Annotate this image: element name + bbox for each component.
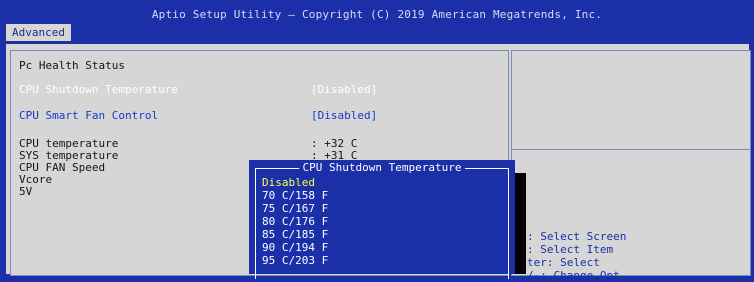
- popup-title-text: CPU Shutdown Temperature: [298, 161, 466, 174]
- help-line-change-opt: /-: Change Opt.: [527, 269, 627, 282]
- popup-shadow: [515, 173, 526, 274]
- option-85c[interactable]: 85 C/185 F: [262, 228, 328, 241]
- cpu-shutdown-temperature-value[interactable]: [Disabled]: [311, 83, 377, 96]
- help-line-select-item: : Select Item: [527, 243, 614, 256]
- help-line-enter-select: ter: Select: [527, 256, 600, 269]
- cpu-shutdown-temperature-label[interactable]: CPU Shutdown Temperature: [19, 83, 178, 96]
- option-90c[interactable]: 90 C/194 F: [262, 241, 328, 254]
- help-divider: [512, 149, 750, 150]
- option-80c[interactable]: 80 C/176 F: [262, 215, 328, 228]
- help-line-select-screen: : Select Screen: [527, 230, 627, 243]
- popup-title: CPU Shutdown Temperature: [249, 161, 515, 174]
- option-95c[interactable]: 95 C/203 F: [262, 254, 328, 267]
- app-title: Aptio Setup Utility – Copyright (C) 2019…: [151, 8, 603, 21]
- section-title: Pc Health Status: [19, 59, 125, 72]
- cpu-smart-fan-control-label[interactable]: CPU Smart Fan Control: [19, 109, 158, 122]
- cpu-smart-fan-control-value[interactable]: [Disabled]: [311, 109, 377, 122]
- option-70c[interactable]: 70 C/158 F: [262, 189, 328, 202]
- option-disabled[interactable]: Disabled: [262, 176, 315, 189]
- header-bar: Aptio Setup Utility – Copyright (C) 2019…: [0, 0, 754, 44]
- tab-advanced[interactable]: Advanced: [6, 24, 71, 41]
- option-75c[interactable]: 75 C/167 F: [262, 202, 328, 215]
- option-popup: CPU Shutdown Temperature Disabled 70 C/1…: [249, 160, 515, 279]
- 5v-label: 5V: [19, 185, 33, 198]
